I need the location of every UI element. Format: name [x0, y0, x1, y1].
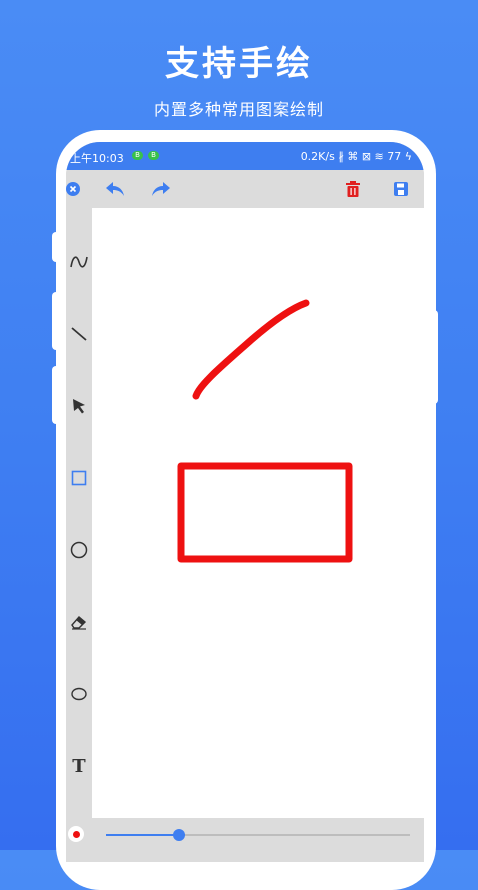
slider-thumb[interactable] [172, 829, 185, 841]
drawing-canvas[interactable] [92, 208, 424, 818]
redo-icon[interactable] [150, 170, 172, 208]
save-icon[interactable] [392, 170, 410, 208]
status-indicators: 0.2K/s ∦ ⌘ ⊠ ≋ 77 ϟ [300, 150, 412, 163]
brush-size-slider[interactable] [106, 829, 410, 841]
status-badge: B [132, 151, 143, 160]
status-time: 上午10:03 [70, 152, 124, 165]
rectangle-shape [177, 462, 353, 563]
circle-icon[interactable] [66, 538, 92, 562]
close-circle-icon[interactable] [66, 170, 80, 208]
promo-subtitle: 内置多种常用图案绘制 [153, 100, 324, 119]
slider-fill [106, 834, 179, 836]
phone-side-button [52, 232, 60, 262]
line-icon[interactable] [66, 322, 92, 346]
status-bar: 上午10:03 B B 0.2K/s ∦ ⌘ ⊠ ≋ 77 ϟ [66, 142, 424, 170]
tool-sidebar: T [66, 208, 92, 818]
text-icon[interactable]: T [66, 754, 92, 778]
promo-title: 支持手绘 [165, 44, 313, 84]
brush-color-swatch [72, 830, 80, 838]
arrow-icon[interactable] [66, 394, 92, 418]
drawing-toolbar [66, 170, 424, 208]
wave-icon[interactable] [66, 250, 92, 274]
eraser-icon[interactable] [66, 610, 92, 634]
ellipse-icon[interactable] [66, 682, 92, 706]
freehand-stroke [192, 299, 310, 400]
trash-icon[interactable] [344, 170, 362, 208]
phone-power-button [430, 310, 438, 404]
status-badge: B [148, 151, 159, 160]
app-screen: 上午10:03 B B 0.2K/s ∦ ⌘ ⊠ ≋ 77 ϟ T [66, 142, 424, 862]
brush-color-picker[interactable] [68, 826, 84, 842]
brush-settings-bar [66, 818, 424, 862]
phone-volume-up-button [52, 292, 60, 350]
phone-volume-down-button [52, 366, 60, 424]
rectangle-icon[interactable] [66, 466, 92, 490]
undo-icon[interactable] [104, 170, 126, 208]
